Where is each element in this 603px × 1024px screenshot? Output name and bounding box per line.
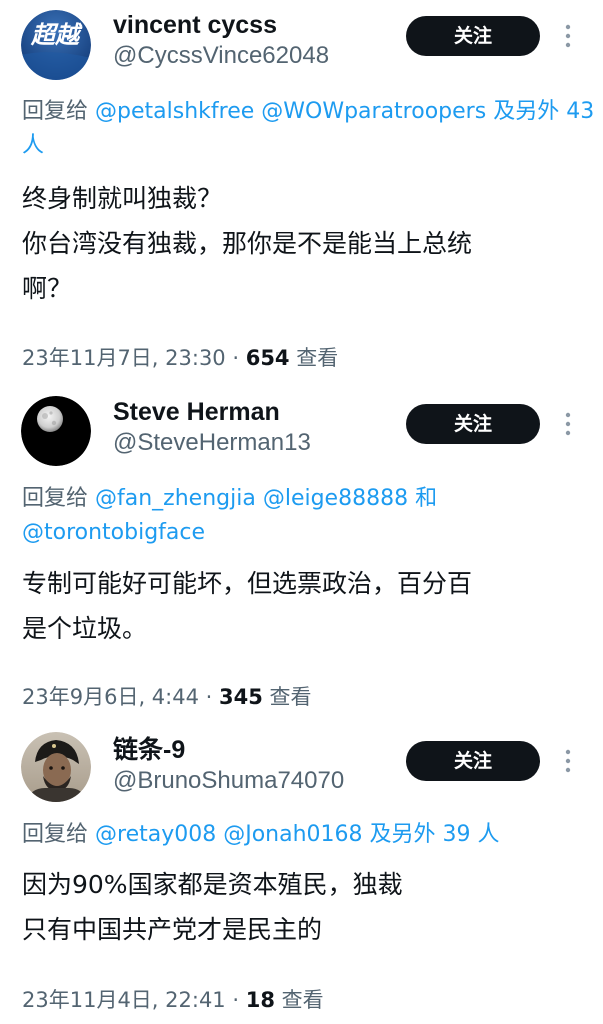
post-3: 链条-9 @BrunoShuma74070 关注 回复给 @retay008 @… [0, 0, 603, 1024]
post-text-line: 只有中国共产党才是民主的 [22, 915, 323, 944]
follow-button[interactable]: 关注 [406, 741, 540, 781]
post-timestamp[interactable]: 23年11月4日, 22:41 · [22, 988, 246, 1012]
reply-prefix: 回复给 [22, 822, 89, 847]
post-text: 因为90%国家都是资本殖民，独裁 只有中国共产党才是民主的 [22, 862, 592, 952]
avatar[interactable] [21, 732, 91, 802]
views-count: 18 [245, 988, 275, 1012]
display-name[interactable]: 链条-9 [113, 735, 185, 765]
mention-link[interactable]: @Jonah0168 [223, 822, 362, 847]
views-label: 查看 [274, 988, 324, 1012]
reply-to-line: 回复给 @retay008 @Jonah0168 及另外 39 人 [22, 818, 597, 852]
others-link[interactable]: 及另外 39 人 [370, 822, 500, 847]
mention-link[interactable]: @retay008 [95, 822, 216, 847]
post-text-line: 因为90%国家都是资本殖民，独裁 [22, 870, 403, 899]
avatar-image [21, 732, 91, 802]
handle[interactable]: @BrunoShuma74070 [113, 766, 344, 796]
post-meta: 23年11月4日, 22:41 · 18 查看 [22, 985, 324, 1015]
ellipsis-vertical-icon[interactable] [558, 746, 578, 776]
